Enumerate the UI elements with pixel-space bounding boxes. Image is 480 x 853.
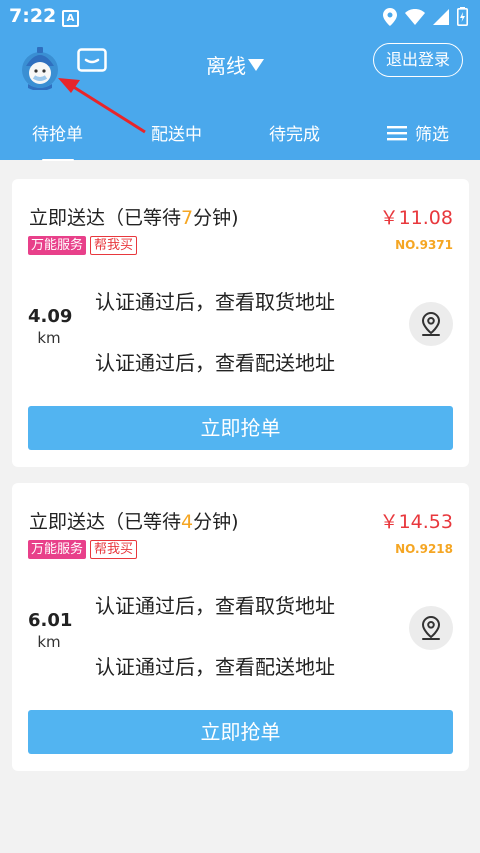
tab-to-complete[interactable]: 待完成	[269, 120, 320, 145]
order-card: 立即送达（已等待4分钟) ￥14.53 万能服务 帮我买 NO.9218 6.0…	[12, 483, 469, 771]
system-icons	[383, 7, 468, 26]
location-icon	[383, 7, 397, 26]
order-tabs: 待抢单 配送中 待完成 筛选	[0, 114, 480, 160]
online-status-dropdown[interactable]: 离线	[206, 50, 264, 79]
tag-help-buy: 帮我买	[90, 540, 138, 559]
battery-icon	[457, 7, 468, 26]
tab-filter[interactable]: 筛选	[387, 120, 449, 145]
app-header: 离线 退出登录 待抢单 配送中 待完成 筛选	[0, 34, 480, 160]
map-location-button[interactable]	[409, 302, 453, 346]
order-number: NO.9371	[395, 238, 453, 252]
distance-unit: km	[37, 329, 61, 347]
wait-minutes: 4	[181, 511, 194, 533]
wait-minutes: 7	[181, 207, 194, 229]
order-title-prefix: 立即送达（已等待	[29, 511, 182, 533]
tab-delivering[interactable]: 配送中	[151, 120, 202, 145]
distance: 4.09 km	[28, 306, 73, 347]
grab-order-button[interactable]: 立即抢单	[28, 406, 453, 450]
map-location-button[interactable]	[409, 606, 453, 650]
avatar[interactable]	[20, 40, 60, 91]
order-number: NO.9218	[395, 542, 453, 556]
grab-order-button[interactable]: 立即抢单	[28, 710, 453, 754]
message-icon[interactable]	[77, 48, 107, 72]
delivery-address: 认证通过后，查看配送地址	[95, 351, 335, 375]
status-label: 离线	[206, 54, 246, 78]
distance-value: 4.09	[28, 306, 73, 327]
order-price: ￥14.53	[379, 511, 453, 533]
map-pin-icon	[421, 615, 441, 640]
rider-avatar-icon	[22, 47, 58, 91]
order-title-suffix: 分钟)	[193, 511, 239, 533]
menu-icon	[387, 125, 407, 140]
status-time: 7:22	[9, 5, 57, 27]
order-price: ￥11.08	[379, 207, 453, 229]
tag-universal-service: 万能服务	[28, 540, 87, 559]
distance: 6.01 km	[28, 610, 73, 651]
order-tags: 万能服务 帮我买	[28, 540, 138, 559]
order-card: 立即送达（已等待7分钟) ￥11.08 万能服务 帮我买 NO.9371 4.0…	[12, 179, 469, 467]
status-bar: 7:22 A	[0, 0, 480, 34]
map-pin-icon	[421, 311, 441, 336]
distance-value: 6.01	[28, 610, 73, 631]
order-title-prefix: 立即送达（已等待	[29, 207, 182, 229]
tag-help-buy: 帮我买	[90, 236, 138, 255]
order-tags: 万能服务 帮我买	[28, 236, 138, 255]
tag-universal-service: 万能服务	[28, 236, 87, 255]
order-title: 立即送达（已等待7分钟)	[29, 203, 239, 230]
notification-app-icon: A	[62, 10, 79, 27]
delivery-address: 认证通过后，查看配送地址	[95, 655, 335, 679]
tab-filter-label: 筛选	[415, 125, 449, 145]
order-title-suffix: 分钟)	[193, 207, 239, 229]
order-title: 立即送达（已等待4分钟)	[29, 507, 239, 534]
signal-icon	[433, 8, 449, 25]
distance-unit: km	[37, 633, 61, 651]
tab-pending-grab[interactable]: 待抢单	[32, 120, 83, 145]
wifi-icon	[405, 8, 425, 25]
pickup-address: 认证通过后，查看取货地址	[95, 594, 335, 618]
caret-down-icon	[248, 58, 264, 71]
pickup-address: 认证通过后，查看取货地址	[95, 290, 335, 314]
logout-button[interactable]: 退出登录	[373, 43, 463, 77]
